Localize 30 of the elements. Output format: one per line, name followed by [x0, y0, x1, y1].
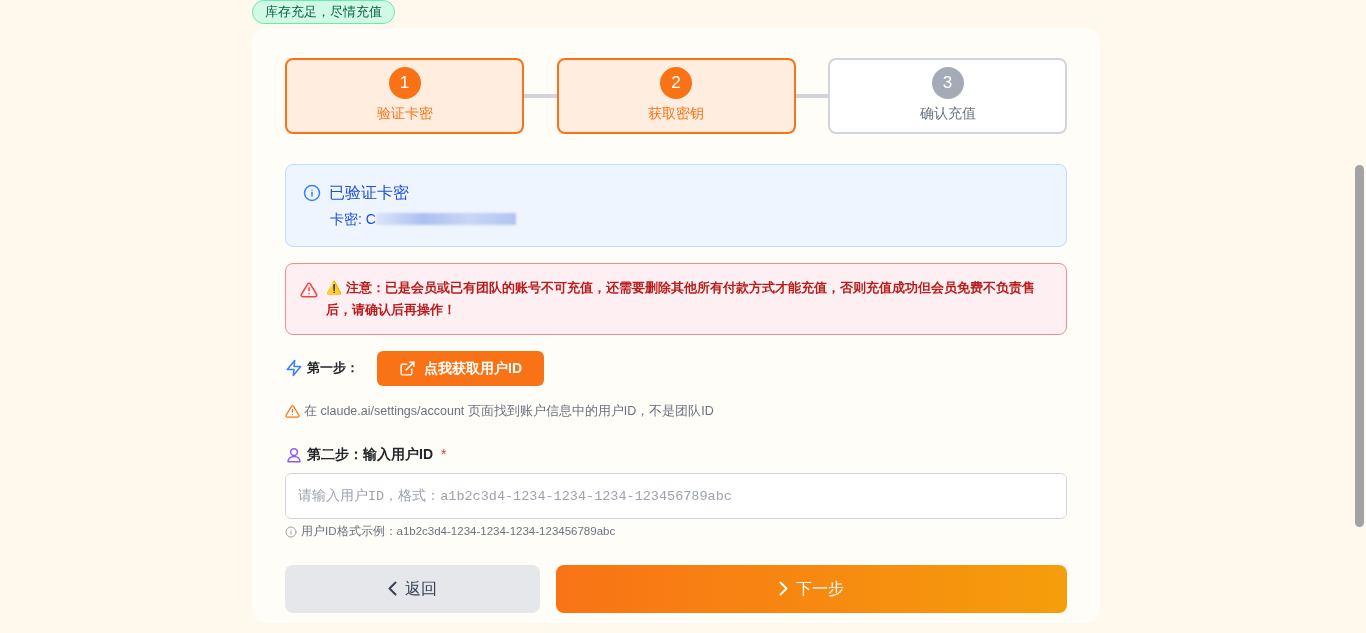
warning-icon: [300, 280, 318, 299]
step-number: 1: [388, 67, 421, 99]
info-icon: [285, 526, 297, 539]
lightning-icon: [285, 359, 303, 378]
next-button[interactable]: 下一步: [556, 564, 1067, 613]
back-button[interactable]: 返回: [285, 564, 540, 613]
chevron-left-icon: [388, 581, 397, 597]
user-id-field[interactable]: 请输入用户ID，格式：a1b2c3d4-1234-1234-1234-123456789abc: [285, 473, 1067, 520]
step-label: 获取密钥: [648, 104, 704, 123]
warning-text: ⚠ 注意：已是会员或已有团队的账号不可充值，还需要删除其他所有付款方式才能充值，否则充值成功但会员免费不负责售后，请确认后再操作！: [326, 278, 1036, 319]
step-connector: [524, 93, 557, 98]
info-icon: [303, 183, 321, 202]
warning-icon: [285, 403, 300, 419]
hint-text: 在 claude.ai/settings/account 页面找到账户信息中的用户ID，不是团队ID: [304, 402, 714, 420]
help-text: 用户ID格式示例：a1b2c3d4-1234-1234-1234-123456789abc: [301, 524, 616, 540]
person-icon: [285, 445, 303, 464]
card-key-text: 卡密: C: [330, 209, 376, 229]
scrollbar-thumb[interactable]: [1355, 165, 1364, 527]
status-badge: 库存充足，尽情充值: [252, 0, 395, 24]
get-user-id-button[interactable]: 点我获取用户ID: [377, 350, 544, 386]
alert-title: 已验证卡密: [329, 182, 409, 203]
step-two-label: 第二步：输入用户ID: [307, 445, 433, 465]
step-label: 验证卡密: [376, 104, 433, 123]
chevron-right-icon: [779, 581, 788, 597]
step-number: 2: [660, 67, 692, 99]
step-label: 确认充值: [919, 104, 976, 123]
required-mark: *: [441, 445, 447, 465]
external-link-icon: [399, 359, 416, 377]
step-one-label: 第一步：: [307, 359, 360, 378]
step-number: 3: [931, 67, 964, 99]
